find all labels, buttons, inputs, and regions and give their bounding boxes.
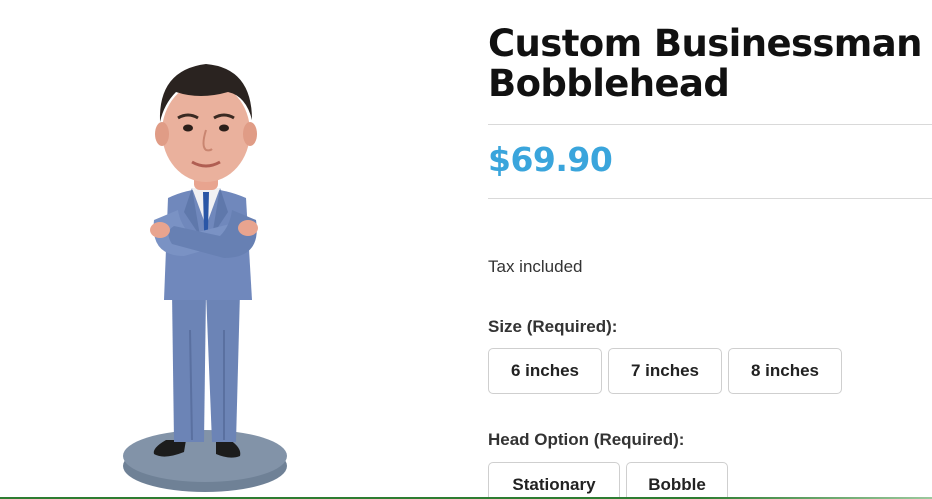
product-title: Custom Businessman Bobblehead	[488, 22, 922, 105]
product-info: Custom Businessman Bobblehead $69.90 Tax…	[488, 0, 932, 499]
head-stationary-button[interactable]: Stationary	[488, 462, 620, 499]
size-option-group: 6 inches 7 inches 8 inches	[488, 348, 842, 394]
divider	[488, 124, 932, 125]
tax-note: Tax included	[488, 257, 583, 276]
size-6-inches-button[interactable]: 6 inches	[488, 348, 602, 394]
divider	[488, 198, 932, 199]
size-option-label: Size (Required):	[488, 317, 618, 336]
product-price: $69.90	[488, 140, 613, 179]
size-7-inches-button[interactable]: 7 inches	[608, 348, 722, 394]
size-8-inches-button[interactable]: 8 inches	[728, 348, 842, 394]
product-page: Custom Businessman Bobblehead $69.90 Tax…	[0, 0, 932, 499]
head-bobble-button[interactable]: Bobble	[626, 462, 728, 499]
head-option-group: Stationary Bobble	[488, 462, 728, 499]
bobblehead-figure-image	[123, 64, 287, 492]
head-option-label: Head Option (Required):	[488, 430, 685, 449]
